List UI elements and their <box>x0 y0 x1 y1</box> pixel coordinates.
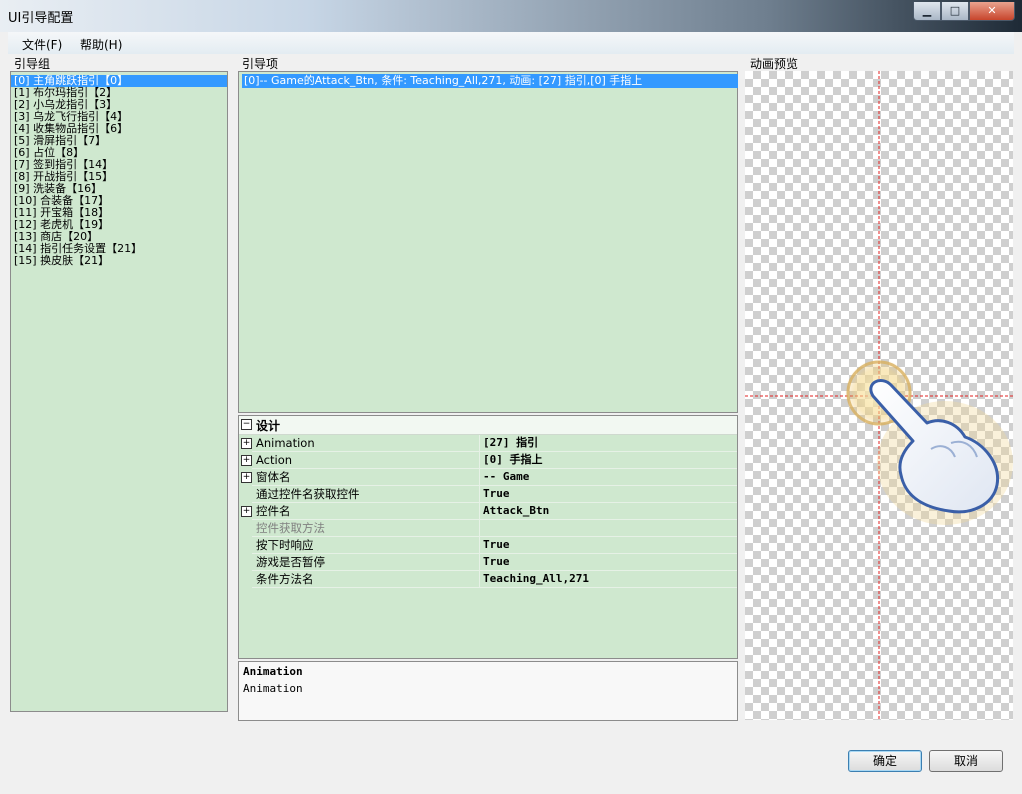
property-name: Action <box>256 453 293 467</box>
property-name: 控件名 <box>256 504 291 518</box>
groups-label: 引导组 <box>14 57 51 71</box>
property-name: 条件方法名 <box>256 572 314 586</box>
property-row[interactable]: + 控件名 Attack_Btn <box>239 503 737 520</box>
property-row[interactable]: 按下时响应 True <box>239 537 737 554</box>
property-grid[interactable]: − 设计 + Animation [27] 指引 + Action [0] 手指上 + 窗体名… <box>238 415 738 659</box>
property-name: 窗体名 <box>256 470 291 484</box>
ok-button[interactable]: 确定 <box>848 750 922 772</box>
property-name: 游戏是否暂停 <box>256 555 325 569</box>
animation-preview[interactable] <box>745 71 1013 720</box>
guides-label: 引导项 <box>242 57 279 71</box>
property-row[interactable]: 游戏是否暂停 True <box>239 554 737 571</box>
close-button[interactable]: ✕ <box>969 2 1015 21</box>
minimize-button[interactable]: ▁ <box>913 2 941 21</box>
minimize-icon: ▁ <box>922 4 932 17</box>
property-value[interactable]: Teaching_All,271 <box>483 571 589 587</box>
guide-item-selected[interactable]: [0]-- Game的Attack_Btn, 条件: Teaching_All,… <box>242 74 738 88</box>
expand-icon[interactable]: + <box>241 438 252 449</box>
property-description: Animation Animation <box>238 661 738 721</box>
property-row[interactable]: 条件方法名 Teaching_All,271 <box>239 571 737 588</box>
property-value-cell[interactable] <box>480 486 737 503</box>
property-category-design[interactable]: − 设计 <box>239 416 737 435</box>
property-category-label: 设计 <box>256 419 281 433</box>
window-controls: ▁ □ ✕ <box>913 2 1015 21</box>
property-name: 按下时响应 <box>256 538 314 552</box>
property-value[interactable]: True <box>483 537 510 553</box>
expand-icon[interactable]: + <box>241 455 252 466</box>
property-value[interactable]: [27] 指引 <box>483 435 538 451</box>
collapse-icon[interactable]: − <box>241 419 252 430</box>
property-value[interactable]: Attack_Btn <box>483 503 549 519</box>
property-row[interactable]: + Action [0] 手指上 <box>239 452 737 469</box>
description-text: Animation <box>243 682 303 695</box>
guide-list[interactable]: [0]-- Game的Attack_Btn, 条件: Teaching_All,… <box>238 71 738 413</box>
property-value[interactable]: -- Game <box>483 469 529 485</box>
menu-file[interactable]: 文件(F) <box>22 36 62 53</box>
property-row[interactable]: + Animation [27] 指引 <box>239 435 737 452</box>
maximize-button[interactable]: □ <box>941 2 969 21</box>
property-value[interactable]: True <box>483 554 510 570</box>
cancel-button[interactable]: 取消 <box>929 750 1003 772</box>
property-value-cell[interactable] <box>480 520 737 537</box>
property-value-cell[interactable] <box>480 537 737 554</box>
property-name: 控件获取方法 <box>256 521 325 535</box>
property-name: 通过控件名获取控件 <box>256 487 360 501</box>
preview-canvas <box>745 71 1013 720</box>
menu-bar: 文件(F) 帮助(H) <box>8 32 1014 54</box>
expand-icon[interactable]: + <box>241 472 252 483</box>
property-row[interactable]: + 窗体名 -- Game <box>239 469 737 486</box>
property-value-cell[interactable] <box>480 554 737 571</box>
expand-icon[interactable]: + <box>241 506 252 517</box>
property-row[interactable]: 通过控件名获取控件 True <box>239 486 737 503</box>
property-row[interactable]: 控件获取方法 <box>239 520 737 537</box>
close-icon: ✕ <box>987 4 997 17</box>
maximize-icon: □ <box>949 4 961 17</box>
description-title: Animation <box>243 665 303 678</box>
pointing-hand-icon <box>845 359 1013 525</box>
property-name: Animation <box>256 436 315 450</box>
menu-help[interactable]: 帮助(H) <box>80 36 122 53</box>
window-title: UI引导配置 <box>8 11 74 26</box>
group-list[interactable]: [0] 主角跳跃指引【0】 [1] 布尔玛指引【2】 [2] 小乌龙指引【3】 [3]… <box>10 71 228 712</box>
preview-label: 动画预览 <box>750 57 799 71</box>
property-value[interactable]: True <box>483 486 510 502</box>
property-value[interactable]: [0] 手指上 <box>483 452 543 468</box>
group-item[interactable]: [15] 换皮肤【21】 <box>11 255 227 267</box>
title-bar: UI引导配置 ▁ □ ✕ <box>0 0 1022 32</box>
